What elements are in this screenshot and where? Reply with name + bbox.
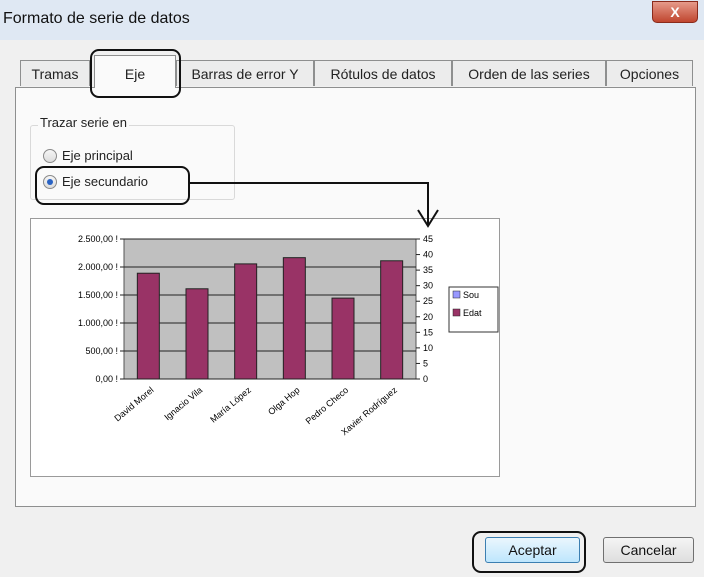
tab-eje[interactable]: Eje xyxy=(94,55,176,88)
dialog-window: Formato de serie de datos X Tramas Eje B… xyxy=(0,0,704,577)
